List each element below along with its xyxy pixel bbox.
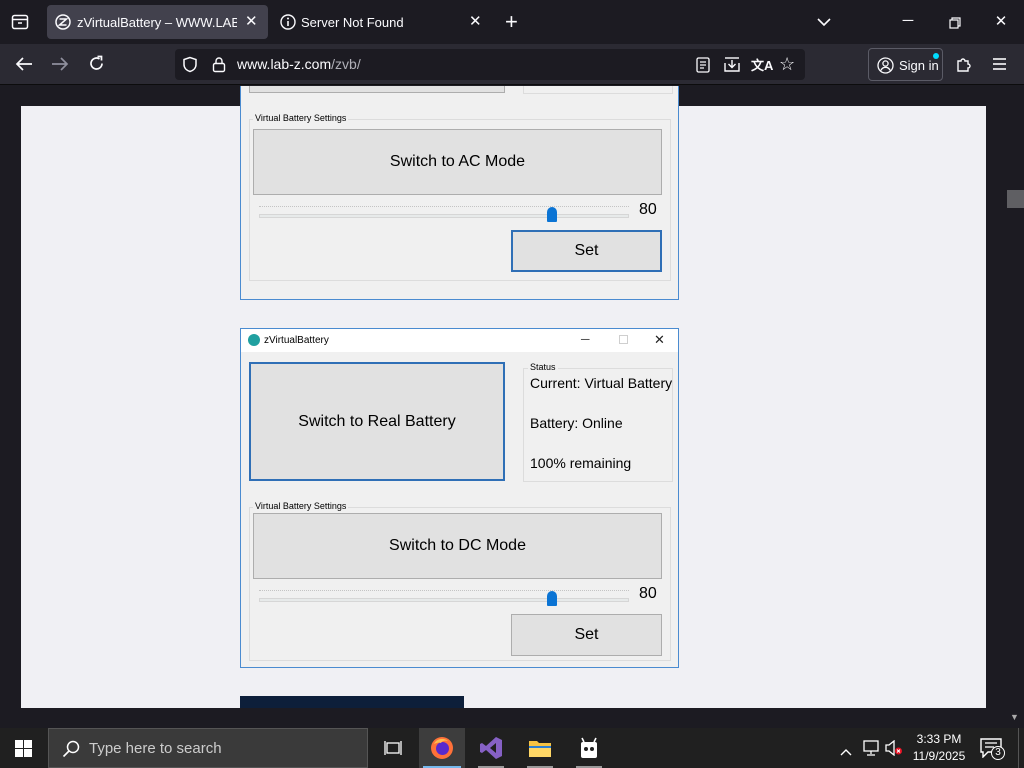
reader-view-icon[interactable] xyxy=(696,57,710,78)
zvirtualbattery-window-dc: zVirtualBattery ─ ✕ Switch to Real Batte… xyxy=(240,328,679,668)
app-icon xyxy=(581,737,597,758)
slider-thumb[interactable] xyxy=(547,591,557,606)
set-button[interactable]: Set xyxy=(511,230,662,272)
slider-ticks xyxy=(259,206,629,209)
status-group-label: Status xyxy=(528,362,558,372)
sign-in-label: Sign in xyxy=(899,58,939,73)
settings-group-label: Virtual Battery Settings xyxy=(253,501,349,511)
translate-icon[interactable]: 文A xyxy=(751,55,773,74)
forward-icon[interactable] xyxy=(51,56,69,77)
scroll-down-arrow-icon[interactable]: ▼ xyxy=(1010,712,1019,722)
restore-icon[interactable] xyxy=(949,16,961,34)
bookmark-star-icon[interactable]: ☆ xyxy=(779,54,795,75)
taskbar-search-box[interactable]: Type here to search xyxy=(48,728,368,768)
status-group-edge xyxy=(523,86,673,94)
taskbar-visual-studio[interactable] xyxy=(468,728,514,768)
start-button[interactable] xyxy=(0,728,48,768)
page-body[interactable]: Virtual Battery Settings Switch to AC Mo… xyxy=(21,86,986,708)
switch-to-ac-mode-button[interactable]: Switch to AC Mode xyxy=(253,129,662,195)
page-scrollbar[interactable]: ▼ xyxy=(1006,86,1024,722)
search-icon xyxy=(62,740,80,758)
slider-value: 80 xyxy=(639,585,657,602)
folder-icon xyxy=(529,741,551,757)
slider-track xyxy=(259,598,629,602)
reload-icon[interactable] xyxy=(88,55,105,77)
status-remaining: 100% remaining xyxy=(530,455,632,471)
action-center-button[interactable]: 3 xyxy=(980,738,1010,762)
list-all-tabs-icon[interactable] xyxy=(11,14,29,30)
real-battery-button-edge xyxy=(249,86,505,93)
visual-studio-icon xyxy=(480,737,502,759)
close-tab-icon[interactable]: ✕ xyxy=(245,12,258,30)
task-view-button[interactable] xyxy=(370,728,416,768)
minimize-icon[interactable]: ─ xyxy=(581,332,590,346)
taskbar-file-explorer[interactable] xyxy=(517,728,563,768)
app-menu-icon[interactable] xyxy=(992,57,1007,76)
minimize-icon[interactable]: ─ xyxy=(893,12,923,29)
navigation-toolbar: www.lab-z.com/zvb/ 文A ☆ Sign in xyxy=(0,44,1024,85)
status-battery: Battery: Online xyxy=(530,415,623,431)
show-desktop-button[interactable] xyxy=(1018,728,1024,768)
firefox-icon xyxy=(431,737,453,759)
notification-dot xyxy=(933,53,939,59)
show-hidden-icons-chevron-icon[interactable] xyxy=(840,743,852,761)
slider-value: 80 xyxy=(639,201,657,218)
clock-date: 11/9/2025 xyxy=(912,749,966,763)
search-placeholder: Type here to search xyxy=(89,740,222,757)
save-to-pocket-icon[interactable] xyxy=(723,56,741,78)
next-screenshot-image xyxy=(240,696,464,708)
network-icon[interactable] xyxy=(862,740,880,761)
url-host: www.lab-z.com xyxy=(237,56,332,72)
url-text[interactable]: www.lab-z.com/zvb/ xyxy=(237,56,361,72)
sign-in-button[interactable]: Sign in xyxy=(868,48,943,81)
tab-strip: zVirtualBattery – WWW.LAB-Z.C ✕ Server N… xyxy=(0,0,1024,44)
switch-to-real-battery-button[interactable]: Switch to Real Battery xyxy=(249,362,505,481)
web-content: Virtual Battery Settings Switch to AC Mo… xyxy=(0,86,1024,708)
extensions-icon[interactable] xyxy=(956,55,973,78)
close-window-icon[interactable]: ✕ xyxy=(986,12,1016,30)
url-path: /zvb/ xyxy=(331,56,361,72)
new-tab-icon[interactable]: + xyxy=(505,11,518,33)
status-current: Current: Virtual Battery xyxy=(530,375,673,391)
windows-taskbar: Type here to search 3:33 PM 11/9/2025 3 xyxy=(0,728,1024,768)
close-icon[interactable]: ✕ xyxy=(654,332,665,348)
window-title-bar: zVirtualBattery ─ ✕ xyxy=(241,329,678,352)
taskbar-firefox[interactable] xyxy=(419,728,465,768)
tab-title: zVirtualBattery – WWW.LAB-Z.C xyxy=(77,14,237,30)
lab-z-favicon-icon xyxy=(55,14,71,30)
info-icon xyxy=(280,14,296,30)
window-title: zVirtualBattery xyxy=(264,335,329,346)
switch-to-dc-mode-button[interactable]: Switch to DC Mode xyxy=(253,513,662,579)
back-icon[interactable] xyxy=(15,56,33,77)
clock-time: 3:33 PM xyxy=(916,732,962,746)
tab-zvirtualbattery[interactable]: zVirtualBattery – WWW.LAB-Z.C ✕ xyxy=(47,5,268,39)
maximize-icon xyxy=(619,335,628,344)
address-bar[interactable]: www.lab-z.com/zvb/ 文A ☆ xyxy=(175,49,805,80)
task-view-icon xyxy=(384,741,402,755)
app-logo-icon xyxy=(248,334,260,346)
close-tab-icon[interactable]: ✕ xyxy=(469,12,482,30)
lock-icon[interactable] xyxy=(212,56,226,78)
slider-thumb[interactable] xyxy=(547,207,557,222)
tracking-protection-shield-icon[interactable] xyxy=(182,56,198,78)
notification-count-badge: 3 xyxy=(991,746,1005,760)
scrollbar-thumb[interactable] xyxy=(1007,190,1024,208)
settings-group-label: Virtual Battery Settings xyxy=(253,113,349,123)
account-icon xyxy=(877,57,894,77)
tab-server-not-found[interactable]: Server Not Found ✕ xyxy=(270,5,492,39)
zvirtualbattery-window-ac: Virtual Battery Settings Switch to AC Mo… xyxy=(240,86,679,300)
windows-logo-icon xyxy=(15,740,32,757)
tab-title: Server Not Found xyxy=(301,14,404,30)
volume-muted-icon[interactable] xyxy=(885,739,903,761)
slider-ticks xyxy=(259,590,629,593)
chevron-down-icon[interactable] xyxy=(817,14,831,32)
slider-track xyxy=(259,214,629,218)
set-button[interactable]: Set xyxy=(511,614,662,656)
taskbar-app[interactable] xyxy=(566,728,612,768)
system-clock[interactable]: 3:33 PM 11/9/2025 xyxy=(908,731,970,765)
